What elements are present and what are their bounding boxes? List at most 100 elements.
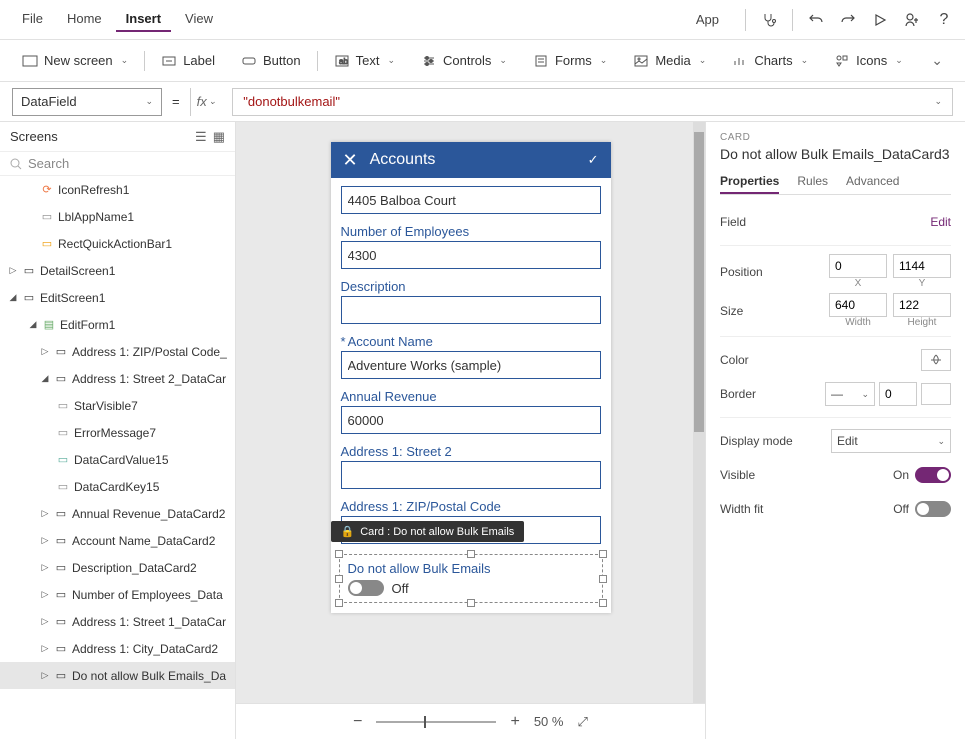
tree-item[interactable]: ▷▭Address 1: City_DataCard2 — [0, 635, 235, 662]
tree-item[interactable]: ▷▭DetailScreen1 — [0, 257, 235, 284]
tree-grid-icon[interactable]: ▦ — [213, 129, 225, 145]
tree-item[interactable]: ▭LblAppName1 — [0, 203, 235, 230]
zoom-bar: − + 50 % ⤢ — [236, 703, 705, 739]
menu-file[interactable]: File — [12, 7, 53, 32]
icons-dropdown[interactable]: Icons⌄ — [824, 49, 913, 73]
tree-item[interactable]: ▭DataCardKey15 — [0, 473, 235, 500]
account-label: *Account Name — [341, 334, 601, 349]
tab-advanced[interactable]: Advanced — [846, 170, 899, 194]
close-icon[interactable]: ✕ — [343, 150, 358, 171]
controls-dropdown[interactable]: Controls⌄ — [411, 49, 517, 73]
annual-input[interactable] — [341, 406, 601, 434]
forms-dropdown[interactable]: Forms⌄ — [523, 49, 617, 73]
tree-item[interactable]: ▷▭Address 1: ZIP/Postal Code_ — [0, 338, 235, 365]
pos-y-input[interactable] — [893, 254, 951, 278]
menu-home[interactable]: Home — [57, 7, 112, 32]
undo-icon[interactable] — [807, 11, 825, 29]
pos-x-input[interactable] — [829, 254, 887, 278]
play-icon[interactable] — [871, 11, 889, 29]
tree-item-selected[interactable]: ▷▭Do not allow Bulk Emails_Da — [0, 662, 235, 689]
tree-item[interactable]: ▷▭Account Name_DataCard2 — [0, 527, 235, 554]
tree-item[interactable]: ▭StarVisible7 — [0, 392, 235, 419]
card-tooltip: 🔒 Card : Do not allow Bulk Emails — [331, 521, 525, 542]
text-dropdown[interactable]: ab Text⌄ — [324, 49, 405, 73]
tree-search[interactable]: Search — [0, 152, 235, 176]
tree-item[interactable]: ▷▭Description_DataCard2 — [0, 554, 235, 581]
width-input[interactable] — [829, 293, 887, 317]
svg-text:ab: ab — [339, 57, 348, 66]
visible-label: Visible — [720, 468, 755, 482]
page-title: Accounts — [370, 151, 436, 169]
display-mode-select[interactable]: Edit⌄ — [831, 429, 951, 453]
widthfit-label: Width fit — [720, 502, 763, 516]
tab-properties[interactable]: Properties — [720, 170, 779, 194]
annual-label: Annual Revenue — [341, 389, 601, 404]
height-input[interactable] — [893, 293, 951, 317]
desc-input[interactable] — [341, 296, 601, 324]
menubar: File Home Insert View App ? — [0, 0, 965, 40]
panel-title: Do not allow Bulk Emails_DataCard3 — [720, 146, 951, 162]
zip-label: Address 1: ZIP/Postal Code — [341, 499, 601, 514]
border-width-input[interactable] — [879, 382, 917, 406]
display-mode-label: Display mode — [720, 434, 793, 448]
text-icon: ab — [334, 53, 350, 69]
tree-item[interactable]: ▭DataCardValue15 — [0, 446, 235, 473]
account-input[interactable] — [341, 351, 601, 379]
bulk-toggle[interactable] — [348, 580, 384, 596]
screens-header: Screens — [10, 129, 58, 144]
icons-icon — [834, 53, 850, 69]
tree-item[interactable]: ◢▤EditForm1 — [0, 311, 235, 338]
canvas: ✕ Accounts ✓ Number of Employees Descrip… — [236, 122, 705, 739]
border-color-picker[interactable] — [921, 383, 951, 405]
tree-item[interactable]: ▷▭Address 1: Street 1_DataCar — [0, 608, 235, 635]
border-style-select[interactable]: —⌄ — [825, 382, 875, 406]
numemp-input[interactable] — [341, 241, 601, 269]
field-edit-link[interactable]: Edit — [930, 215, 951, 229]
canvas-scrollbar[interactable] — [693, 122, 705, 703]
equals-label: = — [172, 94, 180, 109]
tree-view[interactable]: ⟳IconRefresh1 ▭LblAppName1 ▭RectQuickAct… — [0, 176, 235, 739]
menu-insert[interactable]: Insert — [116, 7, 171, 32]
button-button[interactable]: Button — [231, 49, 311, 73]
share-icon[interactable] — [903, 11, 921, 29]
color-picker[interactable] — [921, 349, 951, 371]
zoom-slider[interactable] — [376, 721, 496, 723]
insert-toolbar: New screen⌄ Label Button ab Text⌄ Contro… — [0, 40, 965, 82]
widthfit-toggle[interactable] — [915, 501, 951, 517]
visible-toggle[interactable] — [915, 467, 951, 483]
label-button[interactable]: Label — [151, 49, 225, 73]
tree-list-icon[interactable]: ☰ — [195, 129, 207, 145]
bulk-email-card[interactable]: Do not allow Bulk Emails Off — [339, 554, 603, 603]
media-dropdown[interactable]: Media⌄ — [623, 49, 716, 73]
tree-item[interactable]: ▷▭Number of Employees_Data — [0, 581, 235, 608]
street2-input[interactable] — [341, 461, 601, 489]
redo-icon[interactable] — [839, 11, 857, 29]
tree-item[interactable]: ▭RectQuickActionBar1 — [0, 230, 235, 257]
property-selector[interactable]: DataField⌄ — [12, 88, 162, 116]
tree-item[interactable]: ◢▭EditScreen1 — [0, 284, 235, 311]
formula-input[interactable]: "donotbulkemail"⌄ — [232, 88, 953, 116]
tree-item[interactable]: ▷▭Annual Revenue_DataCard2 — [0, 500, 235, 527]
properties-panel: CARD Do not allow Bulk Emails_DataCard3 … — [705, 122, 965, 739]
tab-rules[interactable]: Rules — [797, 170, 828, 194]
phone-preview[interactable]: ✕ Accounts ✓ Number of Employees Descrip… — [331, 142, 611, 613]
tree-item[interactable]: ◢▭Address 1: Street 2_DataCar — [0, 365, 235, 392]
expand-icon[interactable]: ⤢ — [577, 714, 587, 730]
zoom-out-button[interactable]: − — [353, 713, 362, 731]
tree-item[interactable]: ▭ErrorMessage7 — [0, 419, 235, 446]
tree-panel: Screens ☰ ▦ Search ⟳IconRefresh1 ▭LblApp… — [0, 122, 236, 739]
charts-dropdown[interactable]: Charts⌄ — [722, 49, 818, 73]
overflow-button[interactable]: ⌄ — [919, 48, 953, 73]
zoom-in-button[interactable]: + — [510, 713, 519, 731]
new-screen-button[interactable]: New screen⌄ — [12, 49, 138, 73]
app-menu[interactable]: App — [696, 12, 731, 27]
bulk-label: Do not allow Bulk Emails — [348, 561, 594, 576]
stethoscope-icon[interactable] — [760, 11, 778, 29]
street1-input[interactable] — [341, 186, 601, 214]
tree-item[interactable]: ⟳IconRefresh1 — [0, 176, 235, 203]
color-label: Color — [720, 353, 749, 367]
menu-view[interactable]: View — [175, 7, 223, 32]
fx-label[interactable]: fx⌄ — [190, 88, 223, 116]
help-icon[interactable]: ? — [935, 11, 953, 29]
check-icon[interactable]: ✓ — [588, 152, 599, 168]
